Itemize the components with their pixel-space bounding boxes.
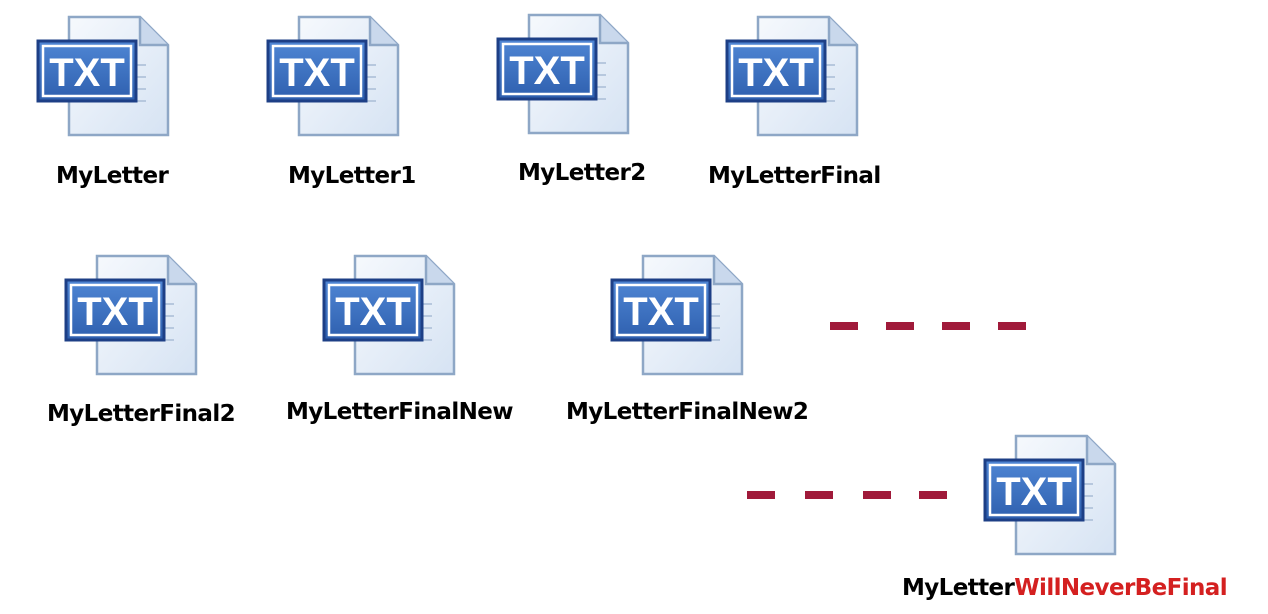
txt-file-icon: TXT [64, 254, 198, 378]
txt-badge-text: TXT [279, 51, 355, 95]
txt-file-icon: TXT [266, 15, 400, 139]
dash [919, 491, 947, 499]
dash [998, 322, 1026, 330]
file-label: MyLetterFinal [708, 163, 881, 189]
txt-badge-text: TXT [509, 49, 585, 93]
txt-badge-text: TXT [77, 290, 153, 334]
file-label: MyLetter1 [288, 163, 416, 189]
txt-badge-text: TXT [996, 470, 1072, 514]
file-label: MyLetter2 [518, 160, 646, 186]
dash [747, 491, 775, 499]
dash [863, 491, 891, 499]
file-label: MyLetterFinalNew2 [566, 399, 809, 425]
ellipsis-dashes [830, 322, 1026, 330]
file-label: MyLetter [56, 163, 169, 189]
ellipsis-dashes [747, 491, 947, 499]
txt-file-icon: TXT [983, 434, 1117, 558]
file-label-suffix: WillNeverBeFinal [1014, 575, 1227, 601]
txt-file-icon: TXT [496, 13, 630, 137]
file-label: MyLetterWillNeverBeFinal [902, 575, 1228, 601]
txt-file-icon: TXT [725, 15, 859, 139]
dash [805, 491, 833, 499]
txt-file-icon: TXT [36, 15, 170, 139]
dash [886, 322, 914, 330]
txt-badge-text: TXT [738, 51, 814, 95]
dash [942, 322, 970, 330]
txt-file-icon: TXT [610, 254, 744, 378]
file-label-prefix: MyLetter [902, 575, 1015, 601]
dash [830, 322, 858, 330]
txt-badge-text: TXT [623, 290, 699, 334]
file-label: MyLetterFinal2 [47, 401, 236, 427]
txt-file-icon: TXT [322, 254, 456, 378]
txt-badge-text: TXT [49, 51, 125, 95]
txt-badge-text: TXT [335, 290, 411, 334]
file-label: MyLetterFinalNew [286, 399, 514, 425]
